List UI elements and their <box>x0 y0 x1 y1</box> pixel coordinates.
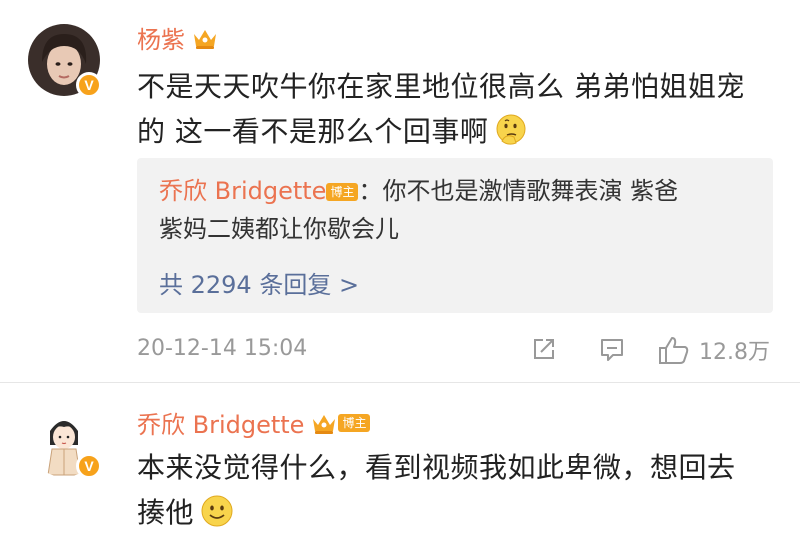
reply-line: 紫妈二姨都让你歇会儿 <box>159 215 399 243</box>
avatar[interactable]: V <box>28 24 102 98</box>
username[interactable]: 杨紫 <box>137 20 219 55</box>
like-button[interactable]: 12.8万 <box>657 334 770 366</box>
username-text: 杨紫 <box>137 26 185 54</box>
comment-icon <box>601 339 623 361</box>
timestamp: 20-12-14 15:04 <box>137 336 308 361</box>
reply-text: 乔欣 Bridgette 博主 ：你不也是激情歌舞表演 紫爸 紫妈二姨都让你歇会儿 <box>159 172 759 248</box>
thumbs-up-icon <box>659 337 689 364</box>
thinking-emoji-icon <box>496 114 526 145</box>
comment-item: V 杨紫 不是天天吹牛你在家里地位很高么 弟弟怕姐姐宠 的 这一看不是那么个回事… <box>0 0 800 382</box>
comment-text-line-content: 的 这一看不是那么个回事啊 <box>137 115 489 148</box>
comment-item: V 乔欣 Bridgette 博主 本来没觉得什么，看到视频我如此卑微，想回去 … <box>0 383 800 555</box>
like-count: 12.8万 <box>699 340 770 365</box>
smile-emoji-icon <box>201 495 233 527</box>
share-button[interactable] <box>529 334 559 364</box>
comment-text-line: 不是天天吹牛你在家里地位很高么 弟弟怕姐姐宠 <box>137 70 745 103</box>
reply-content: ：你不也是激情歌舞表演 紫爸 <box>358 177 679 205</box>
comment-text-line-content: 揍他 <box>137 496 195 529</box>
username[interactable]: 乔欣 Bridgette 博主 <box>137 405 371 440</box>
author-badge: 博主 <box>338 413 371 432</box>
reply-line: 乔欣 Bridgette 博主 ：你不也是激情歌舞表演 紫爸 <box>159 172 759 210</box>
reply-preview[interactable]: 乔欣 Bridgette 博主 ：你不也是激情歌舞表演 紫爸 紫妈二姨都让你歇会儿 … <box>137 158 773 313</box>
comment-text-line: 本来没觉得什么，看到视频我如此卑微，想回去 <box>137 451 736 484</box>
share-icon <box>534 339 554 359</box>
crown-icon <box>194 29 216 49</box>
author-badge: 博主 <box>326 183 359 201</box>
comment-text: 本来没觉得什么，看到视频我如此卑微，想回去 揍他 <box>137 445 777 535</box>
comment-meta: 20-12-14 15:04 12.8万 <box>137 334 777 368</box>
crown-icon <box>313 414 336 434</box>
view-replies-link[interactable]: 共 2294 条回复 > <box>159 265 359 300</box>
comment-text-line: 揍他 <box>137 490 777 535</box>
username-text: 乔欣 Bridgette <box>137 411 305 439</box>
comment-button[interactable] <box>597 334 627 364</box>
comment-text: 不是天天吹牛你在家里地位很高么 弟弟怕姐姐宠 的 这一看不是那么个回事啊 <box>137 64 777 154</box>
reply-author[interactable]: 乔欣 Bridgette <box>159 177 326 205</box>
verified-v-icon: V <box>76 453 102 479</box>
comment-text-line: 的 这一看不是那么个回事啊 <box>137 109 777 154</box>
verified-v-icon: V <box>76 72 102 98</box>
avatar[interactable]: V <box>28 405 102 479</box>
